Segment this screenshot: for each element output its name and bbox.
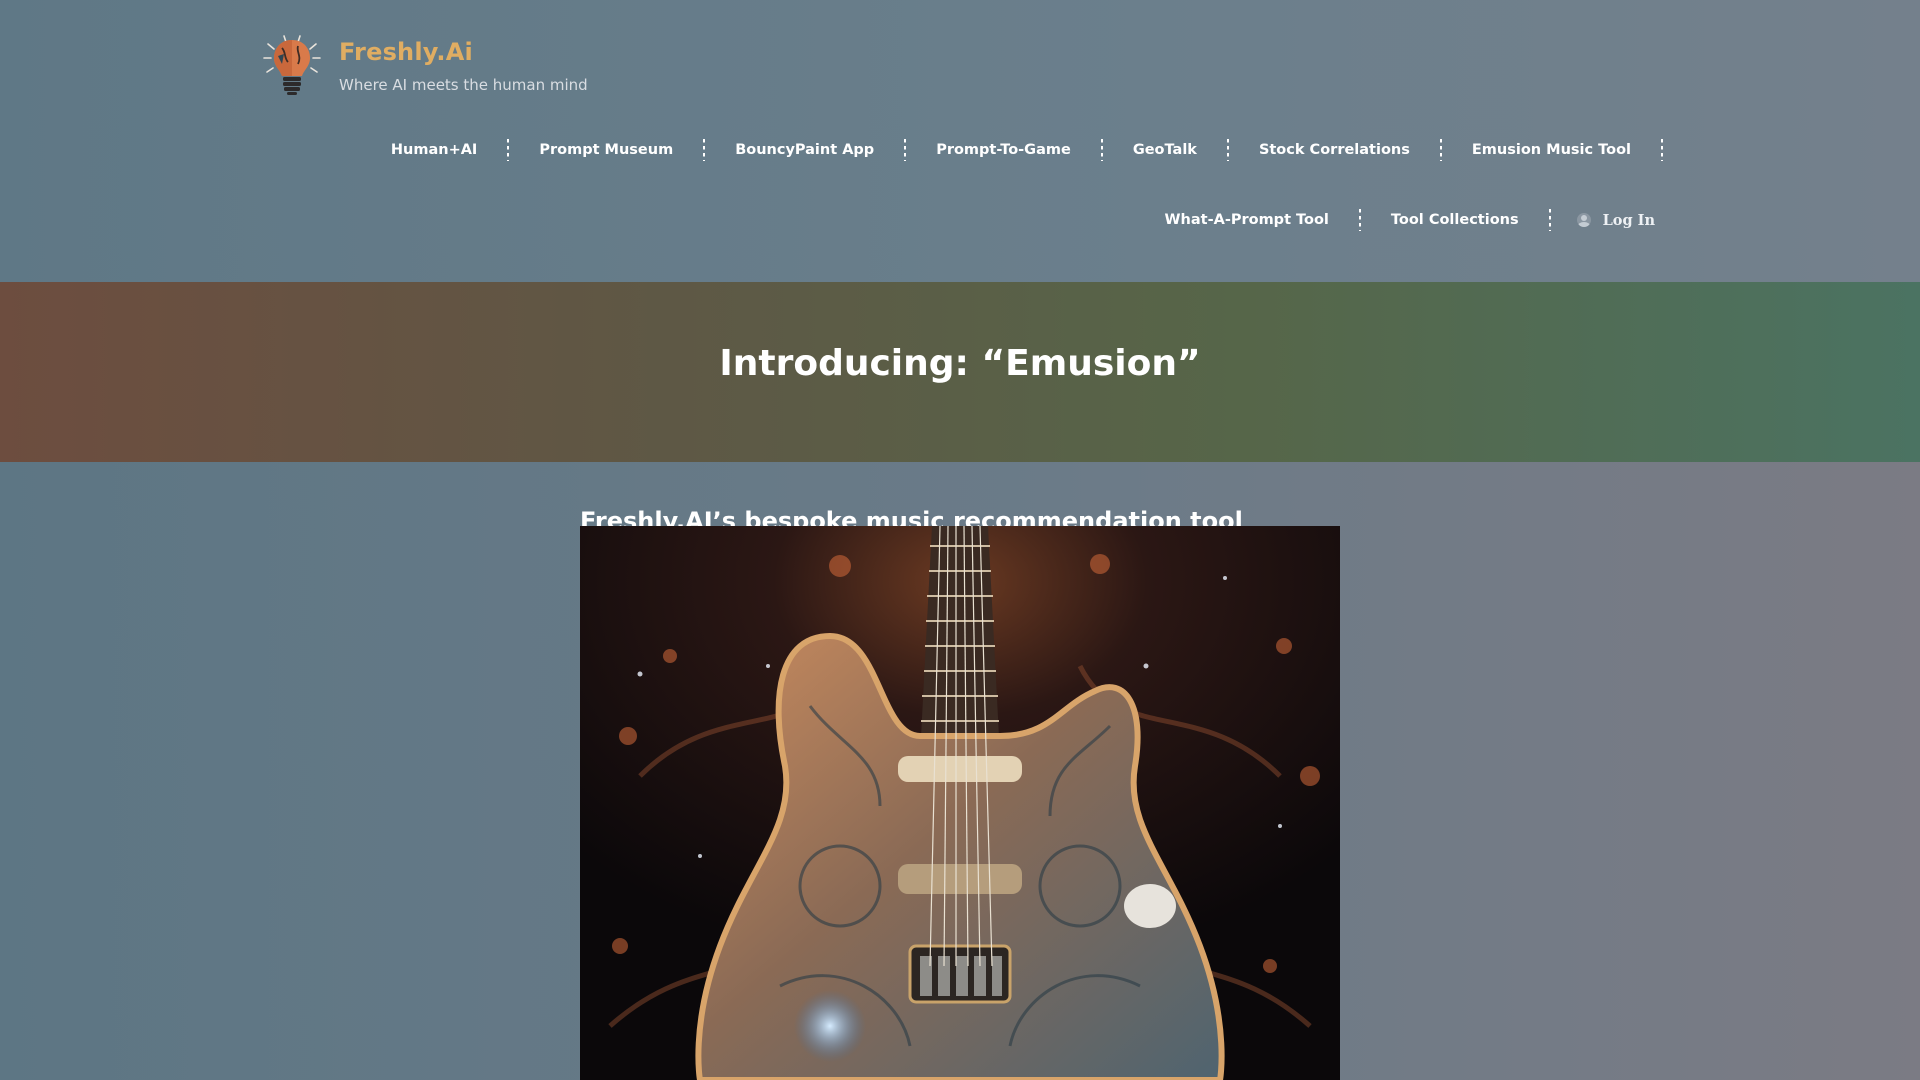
brand-name[interactable]: Freshly.Ai	[339, 38, 473, 66]
nav-item-prompt-museum[interactable]: Prompt Museum	[509, 142, 703, 158]
user-circle-icon	[1576, 213, 1591, 227]
nav-item-human-ai[interactable]: Human+AI	[361, 142, 507, 158]
nav-item-prompt-to-game[interactable]: Prompt-To-Game	[906, 142, 1101, 158]
nav-item-bouncypaint-app[interactable]: BouncyPaint App	[705, 142, 904, 158]
nav-separator	[1661, 139, 1663, 161]
login-link[interactable]: Log In	[1551, 212, 1655, 229]
lightbulb-brain-icon[interactable]	[262, 34, 322, 98]
nav-item-stock-correlations[interactable]: Stock Correlations	[1229, 142, 1440, 158]
site-header: Freshly.Ai Where AI meets the human mind…	[0, 0, 1920, 282]
main-nav-row-2: What-A-Prompt Tool Tool Collections Log …	[1135, 205, 1655, 235]
nav-item-geotalk[interactable]: GeoTalk	[1103, 142, 1227, 158]
nav-item-what-a-prompt-tool[interactable]: What-A-Prompt Tool	[1135, 212, 1359, 228]
hero-banner: Introducing: “Emusion”	[0, 282, 1920, 462]
login-label: Log In	[1602, 211, 1655, 229]
brand-tagline: Where AI meets the human mind	[339, 76, 588, 94]
main-nav-row-1: Human+AI Prompt Museum BouncyPaint App P…	[361, 135, 1663, 165]
nav-item-tool-collections[interactable]: Tool Collections	[1361, 212, 1549, 228]
nav-item-emusion-music-tool[interactable]: Emusion Music Tool	[1442, 142, 1661, 158]
ornate-electric-guitar-image	[580, 526, 1340, 1080]
page-title: Introducing: “Emusion”	[719, 343, 1201, 385]
